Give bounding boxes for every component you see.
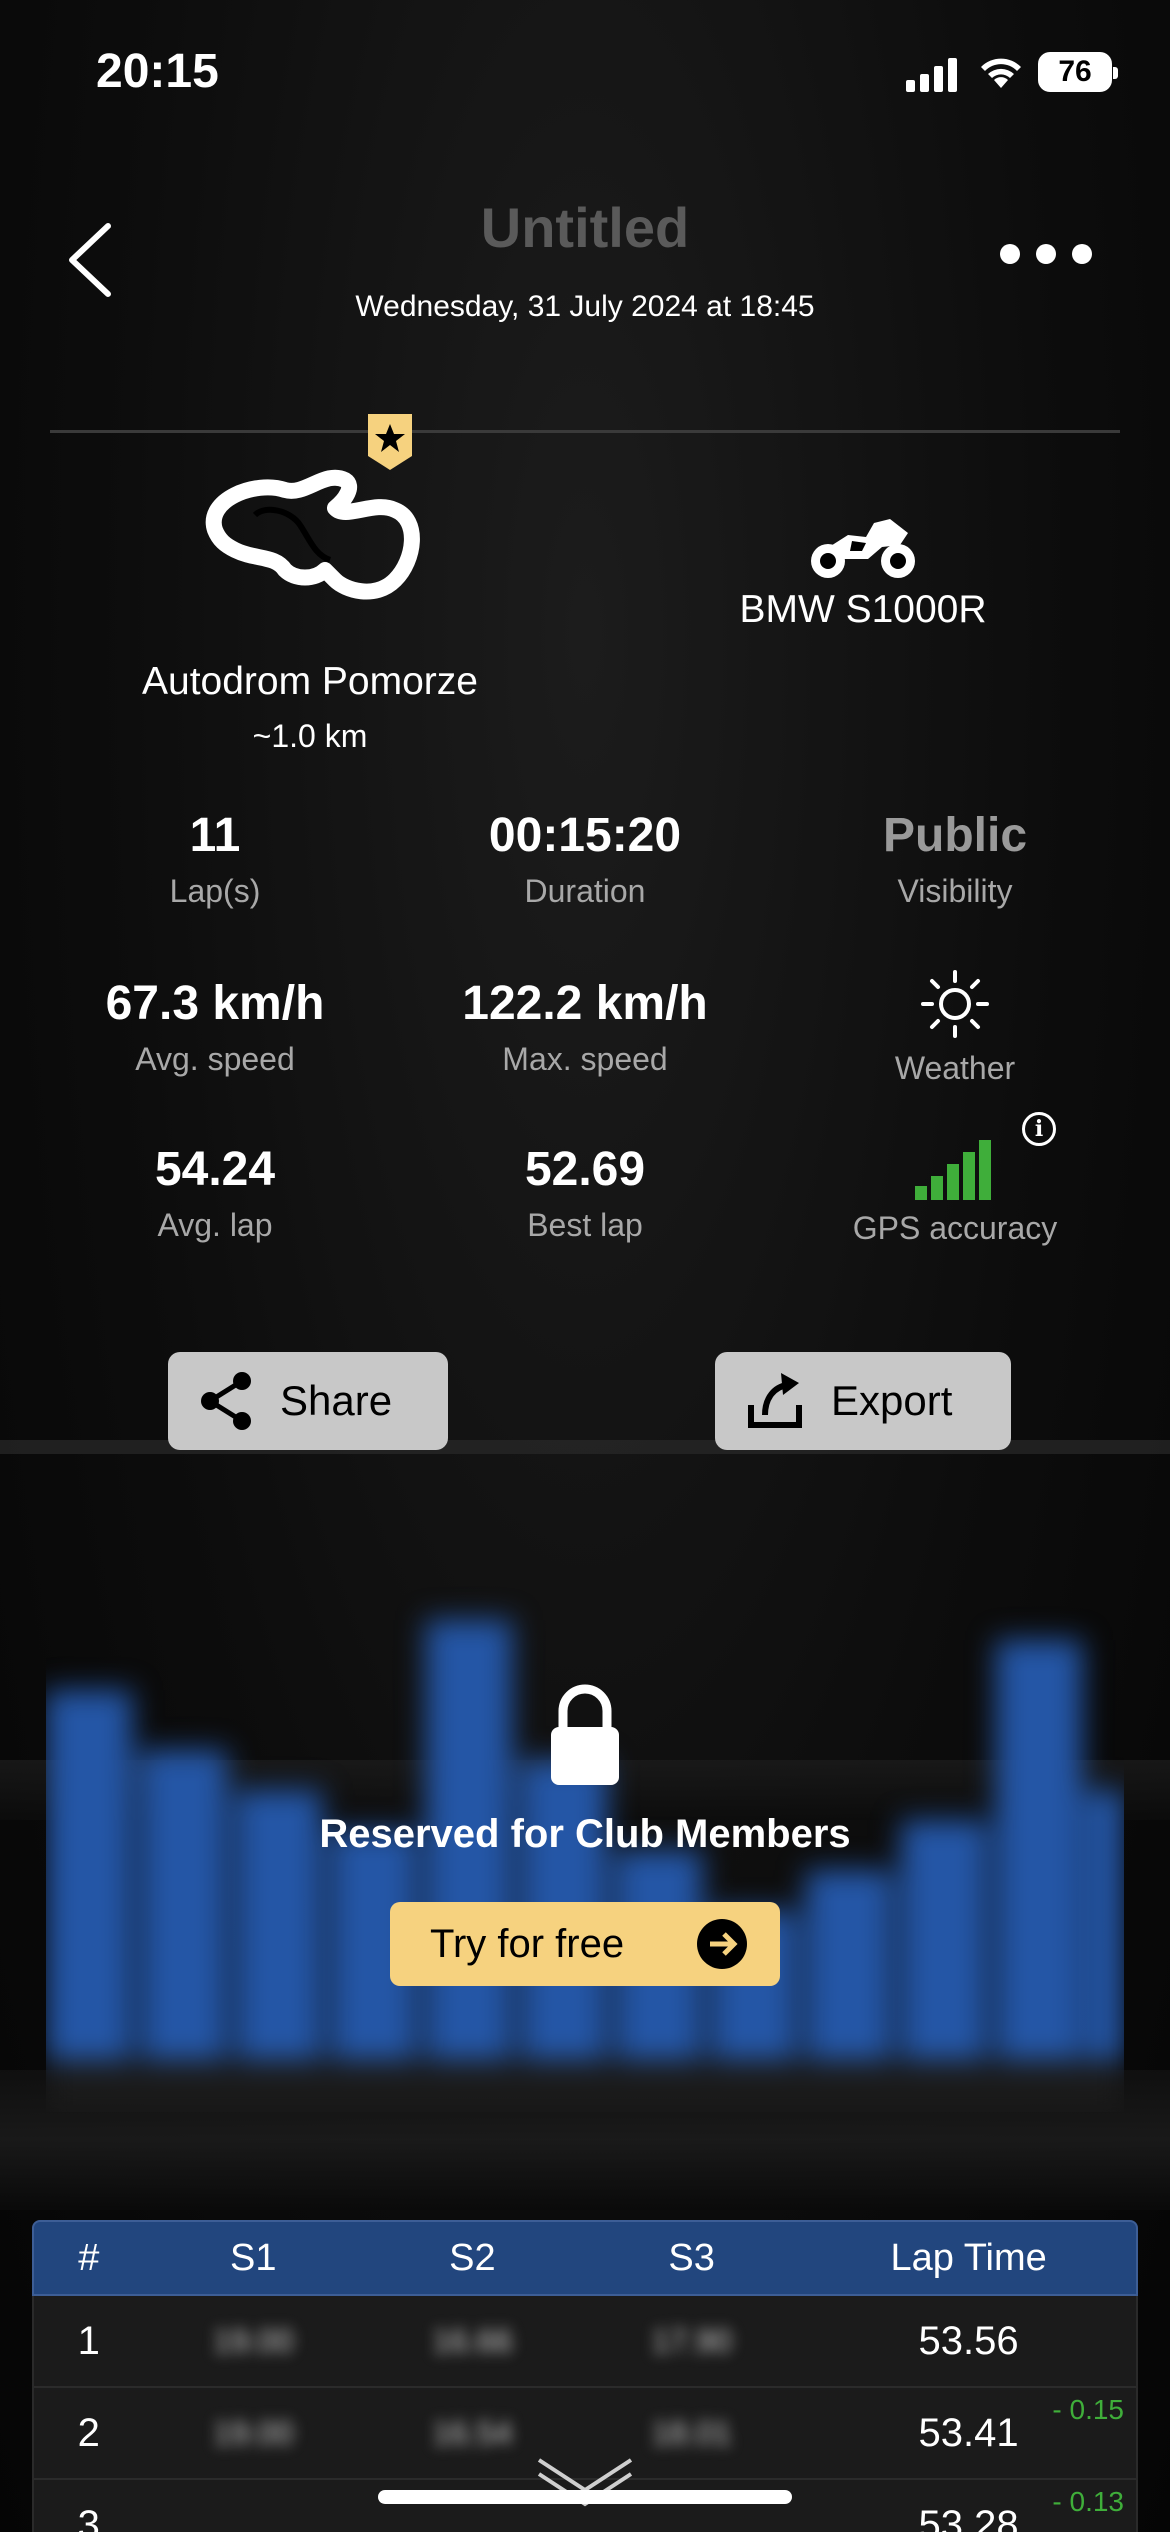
laps-label: Lap(s)	[169, 873, 261, 909]
cellular-signal-icon	[906, 56, 957, 92]
share-button-label: Share	[280, 1377, 393, 1424]
sector-2: 16.54	[432, 2414, 513, 2451]
track-layout-icon	[205, 469, 420, 600]
table-header: # S1 S2 S3 Lap Time	[32, 2220, 1138, 2296]
status-bar: 20:15 76	[0, 0, 1170, 140]
stat-gps: GPS accuracy	[770, 1136, 1140, 1247]
stat-max-speed: 122.2 km/h Max. speed	[400, 976, 770, 1078]
stat-avg-lap: 54.24 Avg. lap	[30, 1142, 400, 1244]
more-options-icon[interactable]	[1000, 244, 1092, 264]
table-row[interactable]: 1 19.00 16.66 17.90 53.56	[32, 2296, 1138, 2388]
avg-lap-value: 54.24	[154, 1143, 276, 1196]
motorcycle-icon	[811, 519, 915, 578]
laps-value: 11	[189, 809, 241, 862]
header-number: #	[78, 2236, 100, 2279]
session-datetime: Wednesday, 31 July 2024 at 18:45	[355, 290, 815, 323]
gps-signal-icon	[915, 1140, 991, 1200]
track-name: Autodrom Pomorze	[142, 660, 478, 703]
reserved-message: Reserved for Club Members	[319, 1812, 851, 1856]
duration-label: Duration	[524, 873, 646, 909]
sector-2: 16.66	[432, 2322, 513, 2359]
lock-icon	[551, 1684, 619, 1785]
avg-speed-value: 67.3 km/h	[105, 977, 325, 1030]
sector-3: 18.01	[651, 2414, 732, 2451]
sector-3: 17.90	[651, 2322, 732, 2359]
gps-label: GPS accuracy	[852, 1210, 1058, 1246]
share-button[interactable]: Share	[168, 1352, 448, 1450]
export-icon	[748, 1373, 802, 1428]
header-lap-time: Lap Time	[890, 2236, 1047, 2279]
best-lap-label: Best lap	[527, 1207, 643, 1243]
stat-duration: 00:15:20 Duration	[400, 808, 770, 910]
sun-icon	[921, 970, 989, 1038]
bike-name: BMW S1000R	[739, 588, 987, 631]
visibility-value[interactable]: Public	[770, 808, 1140, 863]
avg-lap-label: Avg. lap	[157, 1207, 273, 1243]
stat-best-lap: 52.69 Best lap	[400, 1142, 770, 1244]
track-length: ~1.0 km	[252, 718, 368, 754]
stat-avg-speed: 67.3 km/h Avg. speed	[30, 976, 400, 1078]
header-s3: S3	[668, 2236, 715, 2279]
sector-1: 19.00	[213, 2414, 294, 2451]
status-time: 20:15	[96, 45, 219, 98]
visibility-label: Visibility	[897, 873, 1013, 909]
try-for-free-button[interactable]: Try for free	[390, 1902, 780, 1986]
duration-value: 00:15:20	[488, 809, 682, 862]
best-lap-value: 52.69	[524, 1143, 646, 1196]
stat-laps: 11 Lap(s)	[30, 808, 400, 910]
stat-visibility[interactable]: Public Visibility	[770, 808, 1140, 910]
arrow-right-circle-icon	[697, 1919, 747, 1969]
avg-speed-label: Avg. speed	[135, 1041, 295, 1077]
share-icon	[201, 1372, 251, 1430]
info-icon[interactable]: i	[1022, 1112, 1056, 1146]
max-speed-label: Max. speed	[502, 1041, 668, 1077]
lap-number: 1	[77, 2318, 100, 2363]
sector-1: 19.00	[213, 2322, 294, 2359]
page-title[interactable]: Untitled	[0, 195, 1170, 260]
background	[0, 0, 1170, 2532]
header-s2: S2	[449, 2236, 496, 2279]
lap-delta: - 0.15	[1052, 2394, 1124, 2425]
export-button-label: Export	[831, 1377, 953, 1424]
lap-time: 53.56	[918, 2318, 1019, 2363]
export-button[interactable]: Export	[715, 1352, 1011, 1450]
wifi-icon	[981, 58, 1021, 88]
try-for-free-label: Try for free	[430, 1921, 625, 1966]
header-s1: S1	[229, 2236, 277, 2279]
max-speed-value: 122.2 km/h	[462, 977, 708, 1030]
home-indicator[interactable]	[378, 2490, 792, 2504]
lap-number: 3	[77, 2502, 100, 2532]
battery-icon: 76	[1038, 52, 1118, 92]
stat-weather[interactable]: Weather	[770, 968, 1140, 1087]
lap-delta: - 0.13	[1052, 2486, 1124, 2517]
lap-number: 2	[77, 2410, 100, 2455]
weather-label: Weather	[894, 1050, 1016, 1086]
